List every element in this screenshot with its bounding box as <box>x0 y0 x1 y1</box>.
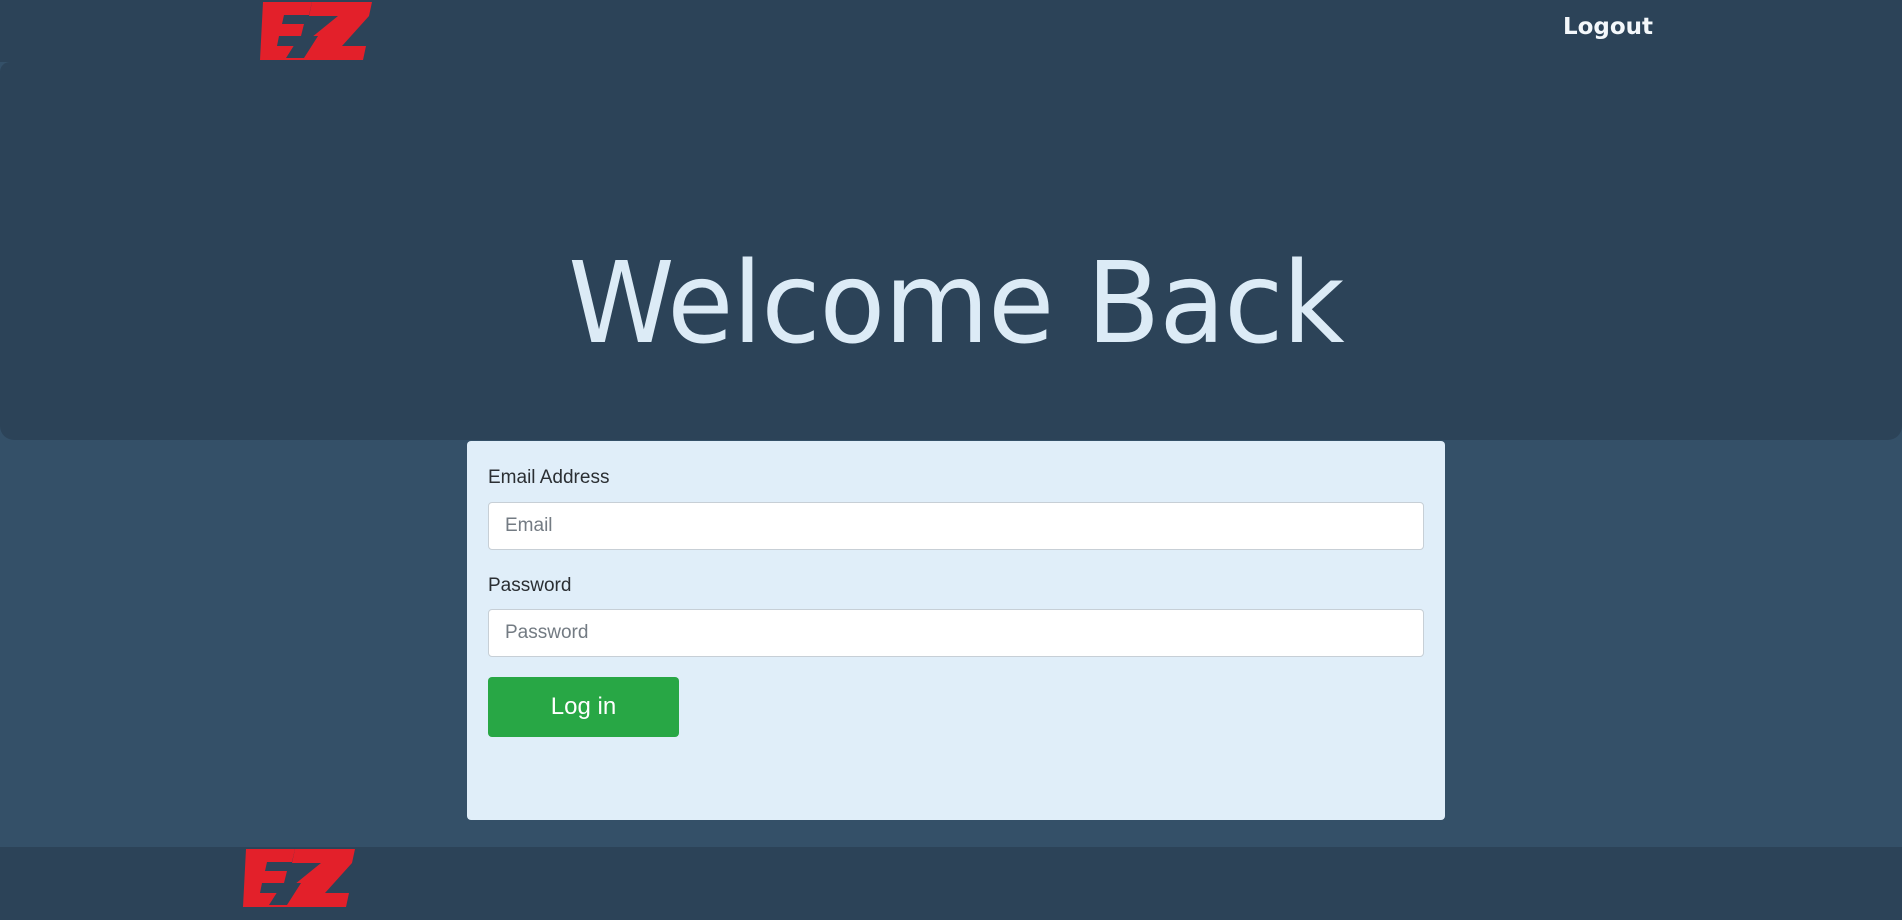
ez-logo-icon[interactable] <box>260 0 372 62</box>
password-field[interactable] <box>488 609 1424 657</box>
top-navbar: Logout <box>0 0 1902 62</box>
login-form: Email Address Password Log in <box>467 441 1445 820</box>
ez-logo-icon[interactable] <box>243 847 355 909</box>
email-label: Email Address <box>488 467 610 488</box>
email-field[interactable] <box>488 502 1424 550</box>
page-title: Welcome Back <box>568 239 1344 369</box>
hero-banner: Welcome Back <box>0 62 1902 440</box>
logout-link[interactable]: Logout <box>1548 12 1668 42</box>
password-label: Password <box>488 575 572 596</box>
login-button[interactable]: Log in <box>488 677 679 737</box>
page-footer <box>0 847 1902 920</box>
